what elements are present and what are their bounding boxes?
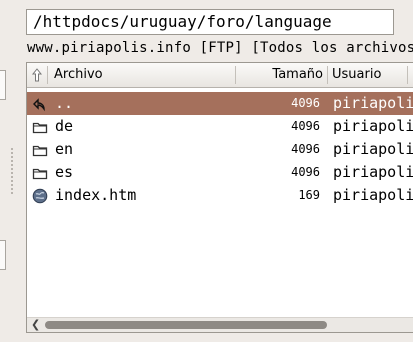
file-name: en [55, 140, 74, 158]
file-size: 169 [298, 188, 320, 202]
file-row[interactable]: es 4096 piriapolis [27, 161, 413, 184]
file-owner: piriapolis [333, 117, 413, 135]
file-size: 4096 [291, 96, 320, 110]
file-owner: piriapolis [333, 94, 413, 112]
file-owner: piriapolis [333, 163, 413, 181]
file-name: .. [55, 94, 74, 112]
file-row[interactable]: index.htm 169 piriapolis [27, 184, 413, 207]
file-name: es [55, 163, 74, 181]
file-size: 4096 [291, 165, 320, 179]
file-name: index.htm [55, 186, 137, 204]
scrollbar-thumb[interactable] [45, 321, 327, 329]
file-name: de [55, 117, 74, 135]
left-panel-edge [0, 240, 6, 270]
left-panel-edge [0, 70, 6, 100]
column-name[interactable]: Archivo [54, 63, 103, 87]
file-row[interactable]: en 4096 piriapolis [27, 138, 413, 161]
folder-icon [32, 142, 48, 158]
file-row[interactable]: de 4096 piriapolis [27, 115, 413, 138]
html-file-icon [32, 188, 48, 204]
scroll-left-arrow-icon[interactable]: ❮ [31, 318, 40, 331]
file-size: 4096 [291, 119, 320, 133]
splitter-grip[interactable] [11, 148, 13, 194]
horizontal-scrollbar[interactable]: ❮ [27, 317, 413, 332]
up-arrow-icon[interactable] [31, 68, 43, 82]
folder-icon [32, 165, 48, 181]
connection-title: www.piriapolis.info [FTP] [Todos los arc… [27, 40, 413, 56]
folder-icon [32, 119, 48, 135]
file-owner: piriapolis [333, 140, 413, 158]
file-list[interactable]: Archivo Tamaño Usuario ..4096piriapolisd… [26, 62, 413, 333]
column-header: Archivo Tamaño Usuario [27, 63, 413, 88]
column-owner[interactable]: Usuario [332, 63, 381, 87]
file-row[interactable]: .. 4096 piriapolis [27, 92, 413, 115]
parent-dir-icon [32, 96, 48, 112]
file-size: 4096 [291, 142, 320, 156]
path-input[interactable]: /httpdocs/uruguay/foro/language [26, 9, 394, 35]
column-size[interactable]: Tamaño [272, 63, 323, 87]
file-owner: piriapolis [333, 186, 413, 204]
